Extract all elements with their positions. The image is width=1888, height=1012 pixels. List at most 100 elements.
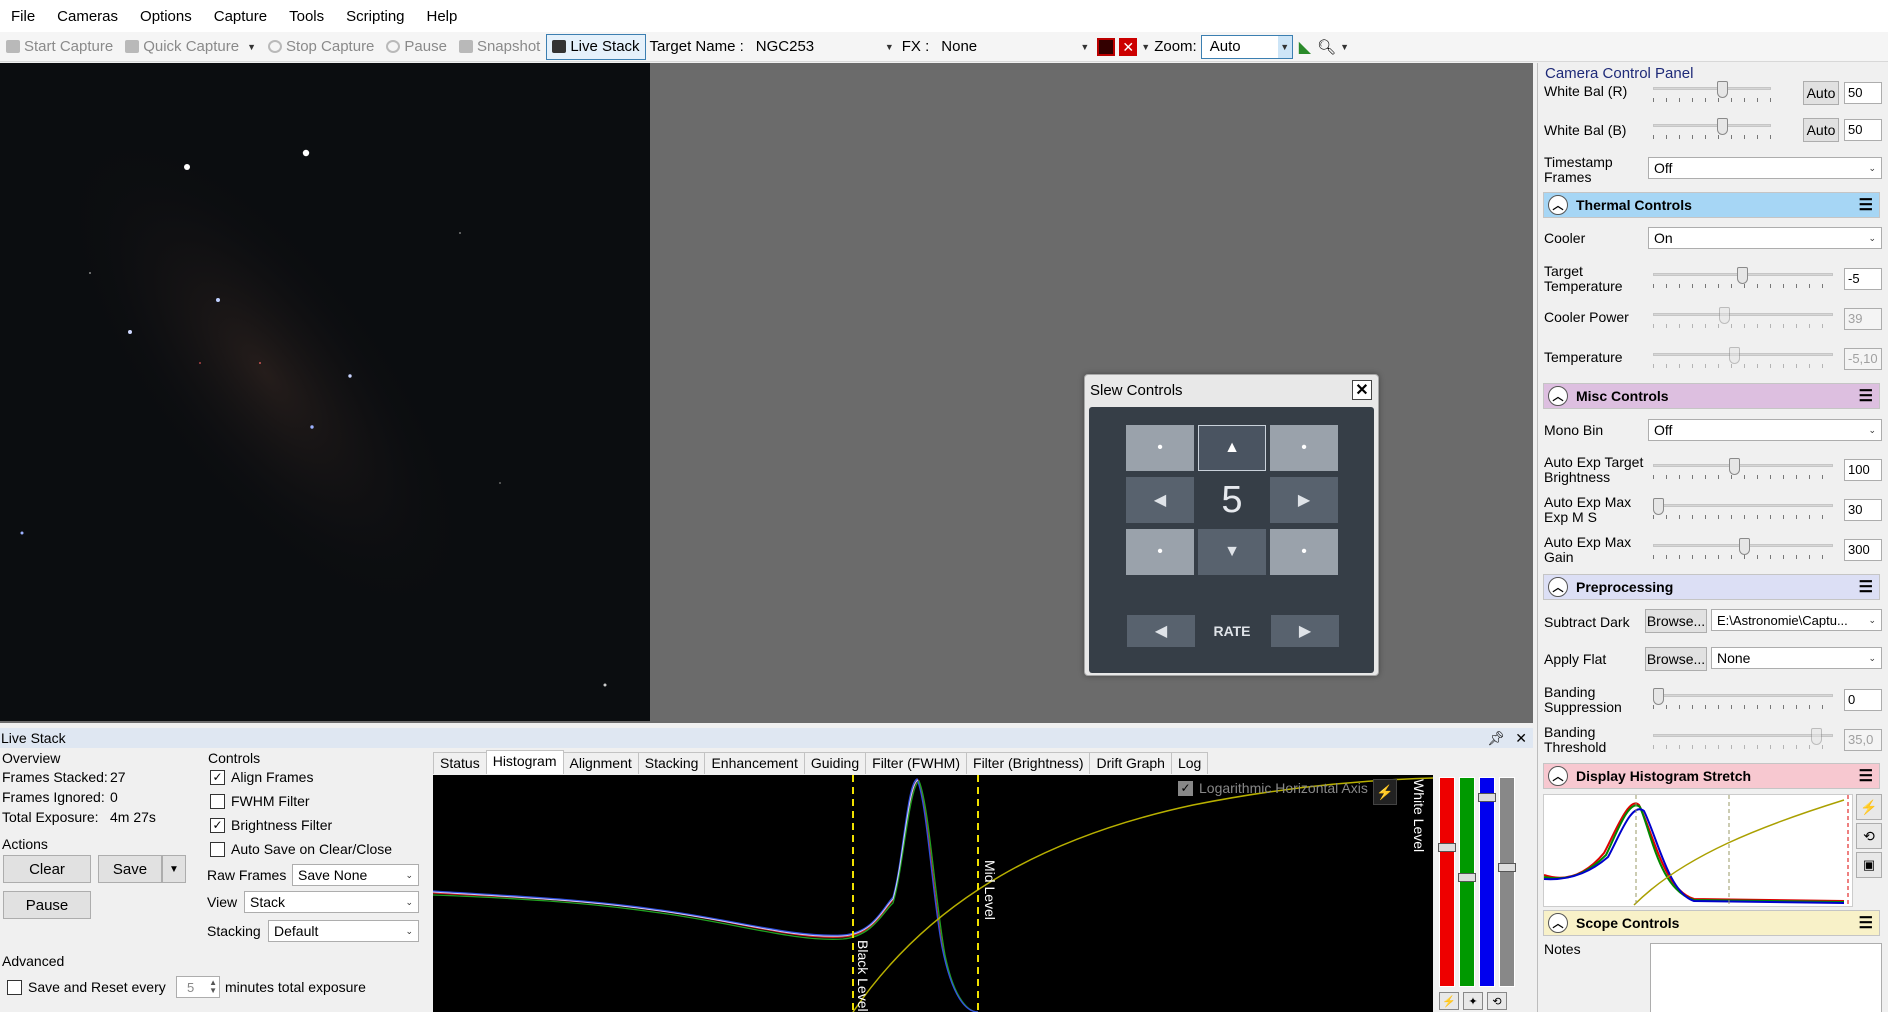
green-level-slider[interactable]: [1458, 777, 1476, 987]
blue-level-slider[interactable]: [1478, 777, 1496, 987]
zoom-select[interactable]: Auto ▼: [1200, 34, 1293, 59]
scope-controls-header[interactable]: ︿ Scope Controls ☰: [1543, 910, 1880, 936]
save-reset-checkbox[interactable]: Save and Reset every: [7, 979, 166, 995]
red-level-slider[interactable]: [1438, 777, 1456, 987]
luminance-level-slider[interactable]: [1498, 777, 1516, 987]
collapse-icon[interactable]: ︿: [1548, 386, 1568, 406]
thermal-controls-header[interactable]: ︿ Thermal Controls ☰: [1543, 192, 1880, 218]
collapse-icon[interactable]: ︿: [1548, 577, 1568, 597]
white-bal-b-slider[interactable]: [1653, 118, 1771, 140]
menu-help[interactable]: Help: [416, 8, 469, 25]
rate-decrease-button[interactable]: ◀: [1127, 615, 1195, 647]
white-bal-b-auto-button[interactable]: Auto: [1803, 118, 1839, 142]
slew-north-button[interactable]: ▲: [1198, 425, 1266, 471]
save-dropdown-icon[interactable]: ▼: [162, 855, 186, 883]
cooler-select[interactable]: On ⌄: [1648, 227, 1882, 249]
checkbox-box[interactable]: ✓: [210, 817, 225, 833]
raw-frames-select[interactable]: Save None ⌄: [292, 864, 419, 886]
auto-exp-target-slider[interactable]: [1653, 458, 1833, 480]
auto-stretch-icon[interactable]: ⚡: [1373, 779, 1397, 805]
collapse-icon[interactable]: ︿: [1548, 195, 1568, 215]
star-image[interactable]: [0, 63, 650, 721]
stepper-arrows-icon[interactable]: ▲ ▼: [209, 979, 217, 995]
tab-status[interactable]: Status: [433, 752, 487, 774]
misc-controls-header[interactable]: ︿ Misc Controls ☰: [1543, 383, 1880, 409]
cooler-power-slider[interactable]: [1653, 307, 1833, 329]
tab-alignment[interactable]: Alignment: [562, 752, 639, 774]
menu-icon[interactable]: ☰: [1859, 766, 1873, 786]
star-icon[interactable]: ✦: [1463, 992, 1483, 1010]
checkbox-box[interactable]: [7, 979, 22, 995]
log-axis-checkbox[interactable]: ✓ Logarithmic Horizontal Axis: [1178, 780, 1368, 796]
stacking-select[interactable]: Default ⌄: [268, 920, 419, 942]
slew-se-button[interactable]: •: [1270, 529, 1338, 575]
checkbox-box[interactable]: ✓: [1178, 780, 1193, 796]
collapse-icon[interactable]: ︿: [1548, 766, 1568, 786]
stop-capture-button[interactable]: Stop Capture: [262, 38, 380, 55]
menu-capture[interactable]: Capture: [203, 8, 278, 25]
display-histogram-stretch-header[interactable]: ︿ Display Histogram Stretch ☰: [1543, 763, 1880, 789]
white-bal-r-auto-button[interactable]: Auto: [1803, 81, 1839, 105]
target-name-select[interactable]: NGC253 ▼: [748, 35, 898, 59]
slew-south-button[interactable]: ▼: [1198, 529, 1266, 575]
brightness-filter-checkbox[interactable]: ✓ Brightness Filter: [210, 817, 332, 833]
chevron-down-icon[interactable]: ▼: [1340, 42, 1349, 52]
auto-exp-max-gain-input[interactable]: 300: [1844, 539, 1882, 561]
histogram-icon[interactable]: ◣: [1299, 37, 1311, 57]
stretch-histogram[interactable]: [1543, 794, 1853, 907]
white-bal-b-input[interactable]: 50: [1844, 119, 1882, 141]
checkbox-box[interactable]: ✓: [210, 769, 225, 785]
view-select[interactable]: Stack ⌄: [244, 891, 419, 913]
menu-icon[interactable]: ☰: [1859, 386, 1873, 406]
slew-west-button[interactable]: ◀: [1126, 477, 1194, 523]
white-bal-r-slider[interactable]: [1653, 81, 1771, 103]
slew-sw-button[interactable]: •: [1126, 529, 1194, 575]
save-button[interactable]: Save: [98, 855, 162, 883]
red-cross-icon[interactable]: ✕: [1119, 37, 1138, 56]
collapse-icon[interactable]: ︿: [1548, 913, 1568, 933]
fwhm-filter-checkbox[interactable]: FWHM Filter: [210, 793, 310, 809]
banding-suppression-input[interactable]: 0: [1844, 689, 1882, 711]
zoom-icon[interactable]: 🔍︎: [1317, 38, 1336, 56]
start-capture-button[interactable]: Start Capture: [0, 38, 119, 55]
tab-stacking[interactable]: Stacking: [637, 752, 706, 774]
auto-stretch-icon[interactable]: ⚡: [1856, 794, 1882, 820]
checkbox-box[interactable]: [210, 793, 225, 809]
rate-increase-button[interactable]: ▶: [1271, 615, 1339, 647]
slew-ne-button[interactable]: •: [1270, 425, 1338, 471]
timestamp-select[interactable]: Off ⌄: [1648, 157, 1882, 179]
mono-bin-select[interactable]: Off ⌄: [1648, 419, 1882, 441]
auto-exp-target-input[interactable]: 100: [1844, 459, 1882, 481]
checkbox-box[interactable]: [210, 841, 225, 857]
tab-guiding[interactable]: Guiding: [803, 752, 867, 774]
clear-button[interactable]: Clear: [3, 855, 91, 883]
tab-log[interactable]: Log: [1170, 752, 1209, 774]
save-reset-minutes-stepper[interactable]: 5 ▲ ▼: [176, 976, 220, 998]
tab-histogram[interactable]: Histogram: [485, 750, 564, 774]
close-icon[interactable]: ✕: [1515, 730, 1527, 747]
save-icon[interactable]: ▣: [1856, 852, 1882, 878]
reset-icon[interactable]: ⟲: [1856, 823, 1882, 849]
live-stack-button[interactable]: Live Stack: [546, 33, 646, 60]
white-bal-r-input[interactable]: 50: [1844, 82, 1882, 104]
tab-drift-graph[interactable]: Drift Graph: [1089, 752, 1172, 774]
menu-scripting[interactable]: Scripting: [335, 8, 415, 25]
menu-icon[interactable]: ☰: [1859, 577, 1873, 597]
fx-select[interactable]: None ▼: [933, 35, 1093, 59]
auto-levels-icon[interactable]: ⚡: [1439, 992, 1459, 1010]
snapshot-button[interactable]: Snapshot: [453, 38, 546, 55]
subtract-dark-browse-button[interactable]: Browse...: [1645, 609, 1707, 633]
apply-flat-select[interactable]: None ⌄: [1711, 647, 1882, 669]
menu-cameras[interactable]: Cameras: [46, 8, 129, 25]
menu-icon[interactable]: ☰: [1859, 913, 1873, 933]
auto-exp-max-exp-input[interactable]: 30: [1844, 499, 1882, 521]
pin-icon[interactable]: 📌︎: [1487, 730, 1505, 747]
apply-flat-browse-button[interactable]: Browse...: [1645, 647, 1707, 671]
target-temperature-input[interactable]: -5: [1844, 268, 1882, 290]
chevron-down-icon[interactable]: ▼: [1141, 42, 1150, 52]
tab-enhancement[interactable]: Enhancement: [704, 752, 805, 774]
reset-icon[interactable]: ⟲: [1487, 992, 1507, 1010]
slew-nw-button[interactable]: •: [1126, 425, 1194, 471]
auto-save-checkbox[interactable]: Auto Save on Clear/Close: [210, 841, 392, 857]
pause-stack-button[interactable]: Pause: [3, 891, 91, 919]
